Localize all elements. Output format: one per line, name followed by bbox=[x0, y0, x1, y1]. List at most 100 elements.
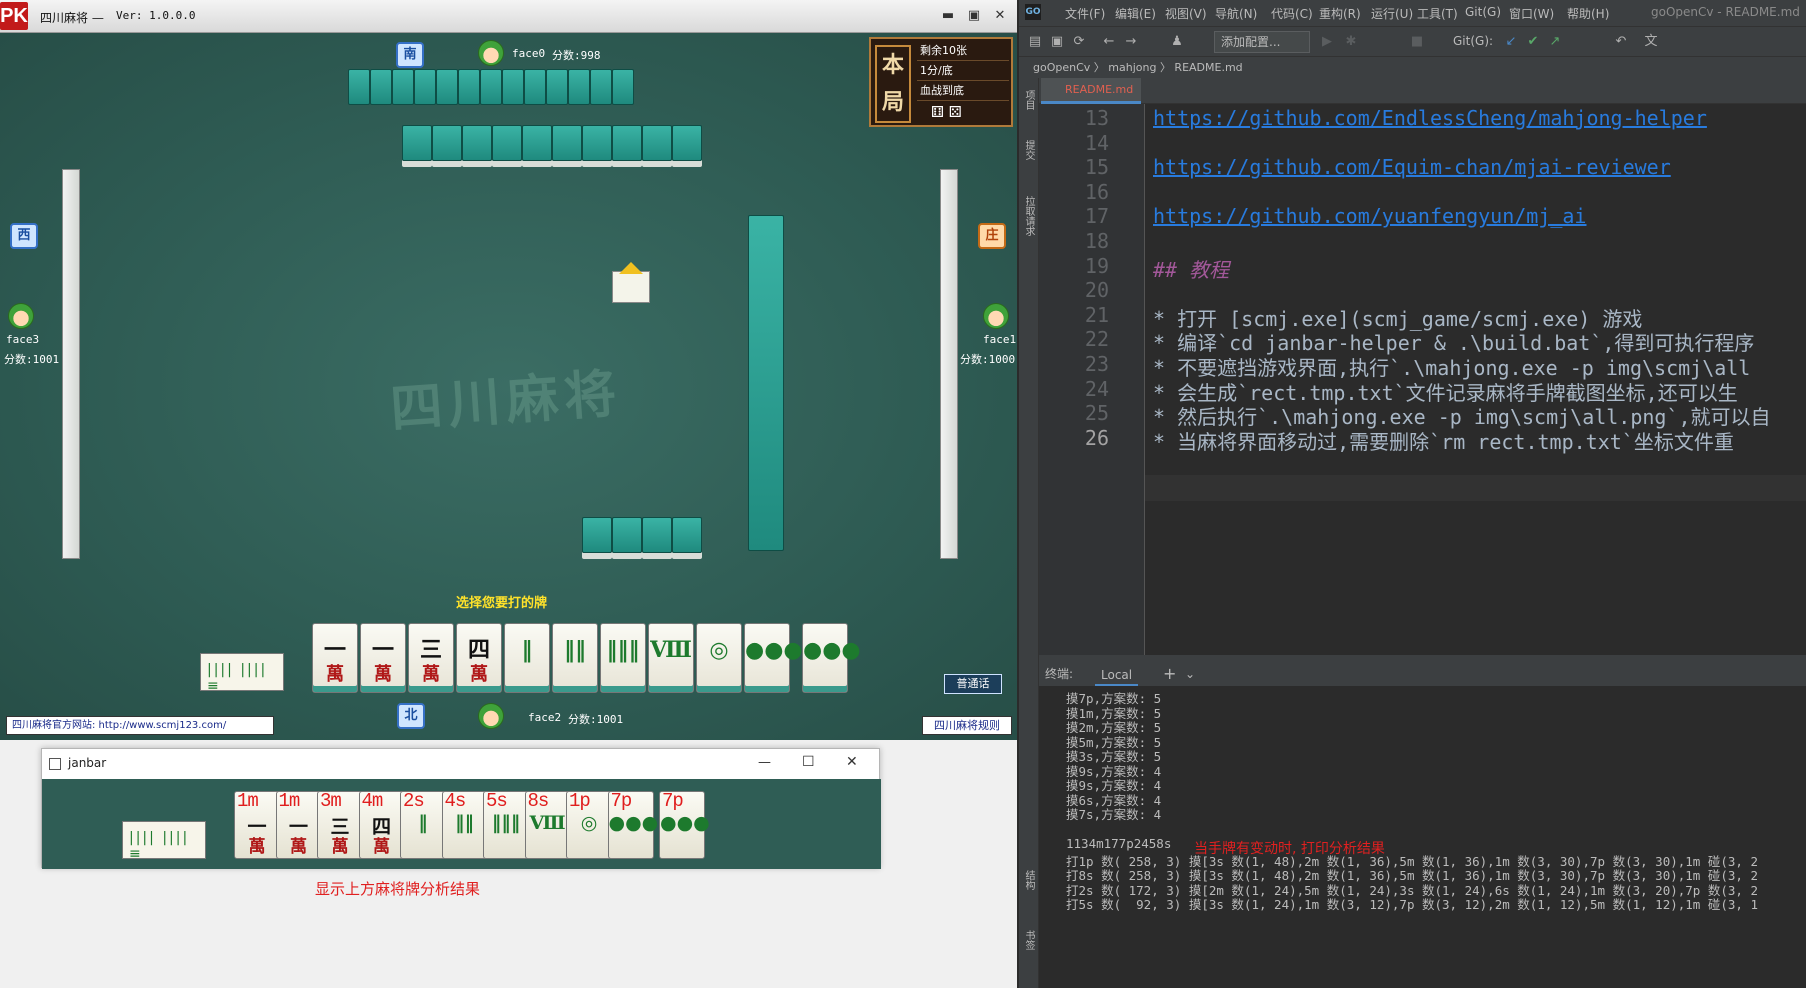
arrow-up-icon bbox=[619, 262, 643, 274]
hand-tile[interactable]: 四萬 bbox=[456, 623, 502, 693]
menu-item[interactable]: 窗口(W) bbox=[1509, 5, 1554, 22]
menu-item[interactable]: 帮助(H) bbox=[1567, 5, 1609, 22]
janbar-maximize-button[interactable]: ☐ bbox=[802, 754, 815, 770]
top-hand-tile bbox=[458, 69, 480, 105]
back-icon[interactable]: ← bbox=[1101, 34, 1117, 50]
stop-icon[interactable]: ■ bbox=[1409, 34, 1425, 50]
avatar-top bbox=[478, 40, 504, 66]
terminal-output[interactable]: 摸7p,方案数: 5 摸1m,方案数: 5 摸2m,方案数: 5 摸5m,方案数: 5… bbox=[1039, 686, 1806, 988]
tile-suit: 萬 bbox=[374, 664, 392, 685]
menu-item[interactable]: 编辑(E) bbox=[1115, 5, 1156, 22]
ide-menubar: GO 文件(F) 编辑(E) 视图(V) 导航(N) 代码(C) 重构(R) 运行(U) 工具… bbox=[1019, 0, 1806, 26]
hand-tile[interactable]: ‖ bbox=[504, 623, 550, 693]
open-folder-icon[interactable]: ▤ bbox=[1027, 34, 1043, 50]
translate-icon[interactable]: 文 bbox=[1643, 34, 1659, 50]
tile-glyph: ◎ bbox=[709, 637, 729, 663]
janbar-close-button[interactable]: ✕ bbox=[846, 754, 858, 770]
line-number: 20 bbox=[1084, 278, 1109, 303]
close-button[interactable]: ✕ bbox=[990, 6, 1010, 26]
tile-glyph: ●●● bbox=[803, 637, 861, 663]
line-number: 24 bbox=[1084, 376, 1109, 401]
tile-glyph: 四 bbox=[467, 637, 490, 663]
janbar-tile: 2s ‖ bbox=[400, 790, 446, 859]
menu-item[interactable]: 导航(N) bbox=[1215, 5, 1257, 22]
bookmarks-tool-tab[interactable]: 书签 bbox=[1021, 930, 1036, 950]
bamboo-icon: |||| |||| ≡ bbox=[207, 662, 268, 694]
line-number: 15 bbox=[1084, 155, 1109, 180]
hand-tile[interactable]: 一萬 bbox=[312, 623, 358, 693]
dice-icon: ⚅ ⚄ bbox=[931, 103, 962, 121]
code-editor[interactable]: 13 14 15 16 17 18 19 20 21 22 23 24 25 26 https://git… bbox=[1039, 104, 1806, 655]
minimize-button[interactable]: ▬ bbox=[938, 6, 958, 26]
right-player-hand bbox=[940, 169, 958, 559]
tile-code-label: 4m bbox=[361, 790, 384, 812]
discard-tile bbox=[522, 125, 552, 161]
hand-tile[interactable]: ‖‖‖ bbox=[600, 623, 646, 693]
mandarin-button[interactable]: 普通话 bbox=[944, 674, 1002, 694]
hand-tile[interactable]: 一萬 bbox=[360, 623, 406, 693]
url-link[interactable]: https://github.com/EndlessCheng/mahjong-… bbox=[1153, 106, 1707, 130]
terminal-tab-local[interactable]: Local bbox=[1095, 665, 1139, 686]
project-tool-tab[interactable]: 项目 bbox=[1021, 90, 1036, 110]
tile-glyph: 一 bbox=[371, 637, 394, 663]
sync-icon[interactable]: ⟳ bbox=[1071, 34, 1087, 50]
hand-tile[interactable]: ◎ bbox=[696, 623, 742, 693]
menu-item[interactable]: Git(G) bbox=[1465, 5, 1501, 19]
terminal-annotation: 当手牌有变动时, 打印分析结果 bbox=[1194, 841, 1385, 857]
hand-tile[interactable]: Ⅷ bbox=[648, 623, 694, 693]
url-link[interactable]: https://github.com/Equim-chan/mjai-revie… bbox=[1153, 155, 1671, 179]
top-hand-tile bbox=[590, 69, 612, 105]
tile-suit: 萬 bbox=[248, 837, 266, 857]
menu-item[interactable]: 工具(T) bbox=[1417, 5, 1458, 22]
hand-tile[interactable]: ‖‖ bbox=[552, 623, 598, 693]
menu-item[interactable]: 视图(V) bbox=[1165, 5, 1207, 22]
chevron-down-icon[interactable]: ⌄ bbox=[1185, 662, 1195, 686]
url-link[interactable]: https://github.com/yuanfengyun/mj_ai bbox=[1153, 204, 1586, 228]
base-score: 1分/底 bbox=[917, 61, 1009, 81]
rollback-icon[interactable]: ↶ bbox=[1613, 34, 1629, 50]
tile-suit: 萬 bbox=[422, 664, 440, 685]
wind-indicator-bottom: 北 bbox=[397, 703, 425, 729]
commit-tool-tab[interactable]: 提交 bbox=[1021, 140, 1036, 160]
pull-request-tool-tab[interactable]: 拉取请求 bbox=[1021, 196, 1036, 236]
app-icon bbox=[49, 758, 61, 770]
save-icon[interactable]: ▣ bbox=[1049, 34, 1065, 50]
discard-tile bbox=[672, 517, 702, 553]
menu-item[interactable]: 代码(C) bbox=[1271, 5, 1313, 22]
forward-icon[interactable]: → bbox=[1123, 34, 1139, 50]
top-hand-tile bbox=[414, 69, 436, 105]
janbar-minimize-button[interactable]: — bbox=[758, 755, 771, 770]
user-icon[interactable]: ♟ bbox=[1169, 34, 1185, 50]
menu-item[interactable]: 运行(U) bbox=[1371, 5, 1413, 22]
git-commit-icon[interactable]: ✔ bbox=[1525, 34, 1541, 50]
hand-tile[interactable]: ●●● bbox=[802, 623, 861, 693]
rules-link[interactable]: 四川麻将规则 bbox=[922, 716, 1012, 735]
avatar-right bbox=[983, 303, 1009, 329]
line-text: * 当麻将界面移动过,需要删除`rm rect.tmp.txt`坐标文件重 bbox=[1153, 429, 1734, 454]
breadcrumb[interactable]: goOpenCv 〉 mahjong 〉 README.md bbox=[1019, 56, 1806, 78]
git-push-icon[interactable]: ↗ bbox=[1547, 34, 1563, 50]
menu-item[interactable]: 文件(F) bbox=[1065, 5, 1105, 22]
tile-code-label: 1m bbox=[237, 790, 259, 812]
menu-item[interactable]: 重构(R) bbox=[1319, 5, 1361, 22]
debug-icon[interactable]: ✱ bbox=[1343, 34, 1359, 50]
add-configuration-button[interactable]: 添加配置... bbox=[1214, 31, 1310, 53]
player-right-score: 分数:1000 bbox=[960, 353, 1016, 366]
hand-tile[interactable]: 三萬 bbox=[408, 623, 454, 693]
terminal-header: 终端: Local + ⌄ bbox=[1039, 662, 1806, 686]
player-top-score: 分数:998 bbox=[552, 49, 601, 62]
run-icon[interactable]: ▶ bbox=[1319, 34, 1335, 50]
janbar-tile: 1p ◎ bbox=[566, 790, 612, 859]
janbar-titlebar: janbar — ☐ ✕ bbox=[42, 749, 879, 779]
tile-suit: 萬 bbox=[331, 837, 349, 857]
tile-suit: 萬 bbox=[470, 664, 488, 685]
official-site-link[interactable]: 四川麻将官方网站: http://www.scmj123.com/ bbox=[6, 716, 274, 735]
game-logo: PK bbox=[0, 2, 28, 30]
structure-tool-tab[interactable]: 结构 bbox=[1021, 870, 1036, 890]
hand-tile[interactable]: ●●● bbox=[744, 623, 803, 693]
add-terminal-icon[interactable]: + bbox=[1163, 662, 1176, 686]
top-hand-tile bbox=[436, 69, 458, 105]
maximize-button[interactable]: ▣ bbox=[964, 6, 984, 26]
git-update-icon[interactable]: ↙ bbox=[1503, 34, 1519, 50]
tab-readme[interactable]: README.md bbox=[1041, 78, 1141, 104]
